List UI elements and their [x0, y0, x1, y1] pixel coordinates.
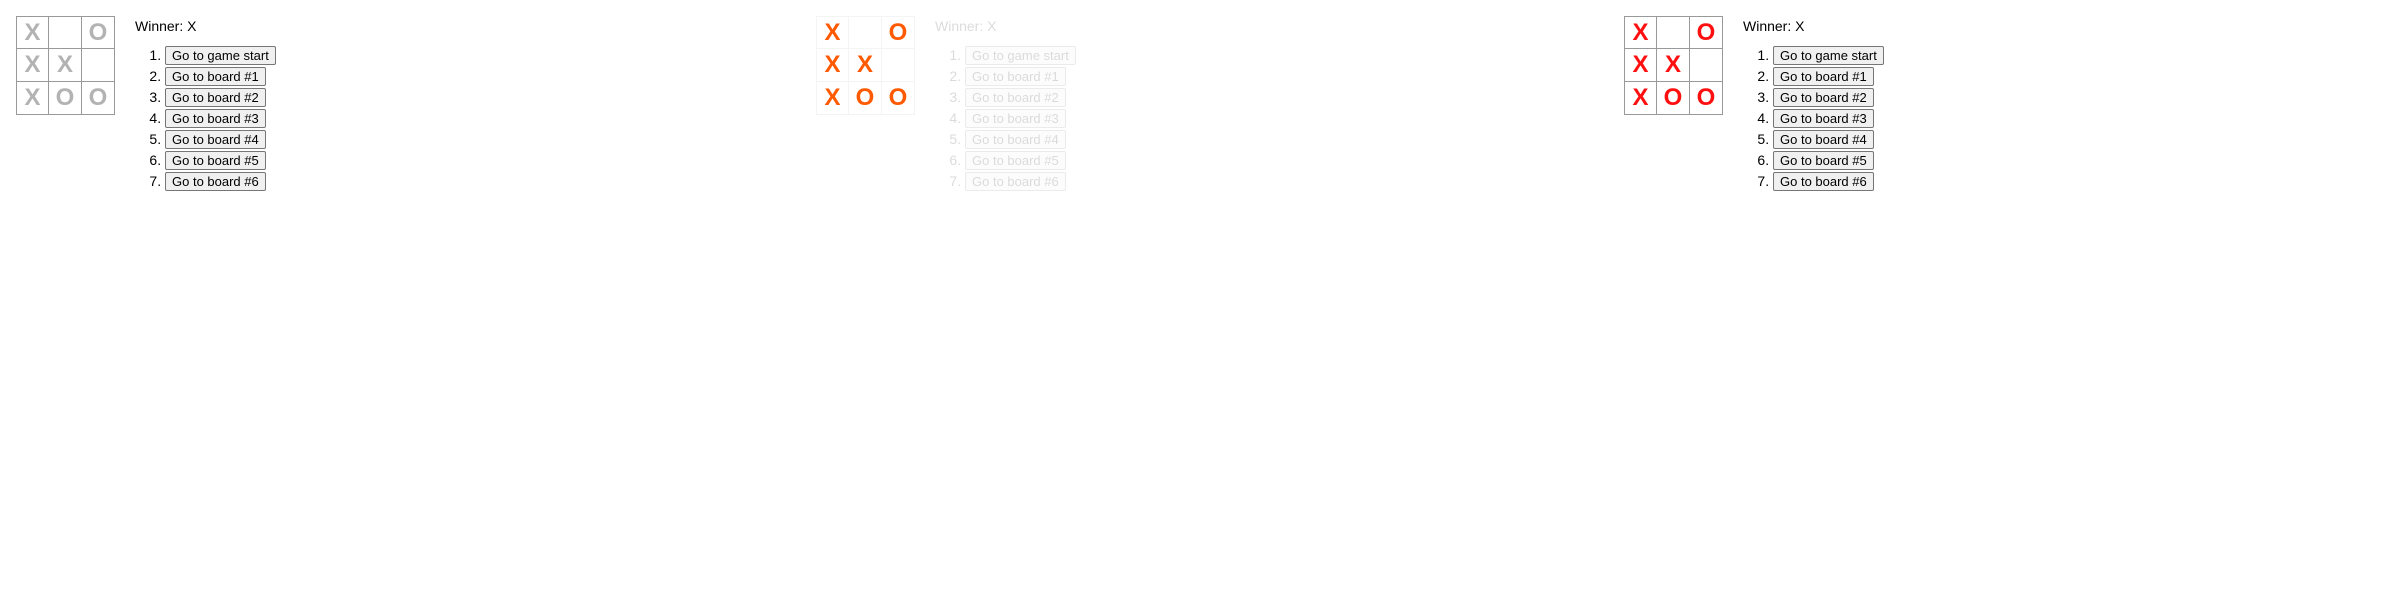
move-history-item: Go to board #1 — [1773, 66, 1884, 87]
board-square[interactable]: X — [1624, 16, 1657, 49]
jump-to-move-button[interactable]: Go to board #3 — [165, 109, 266, 128]
jump-to-move-button[interactable]: Go to game start — [165, 46, 276, 65]
board-square[interactable]: O — [49, 82, 82, 115]
game-board: X O X X X O O — [1624, 16, 1723, 115]
board-square[interactable]: X — [49, 49, 82, 82]
move-history-item: Go to board #5 — [965, 150, 1076, 171]
game-info: Winner: X Go to game start Go to board #… — [135, 16, 276, 192]
jump-to-move-button[interactable]: Go to board #6 — [965, 172, 1066, 191]
move-history-item: Go to board #4 — [165, 129, 276, 150]
board-square[interactable]: O — [882, 82, 915, 115]
move-history-item: Go to board #3 — [965, 108, 1076, 129]
board-square[interactable] — [1657, 16, 1690, 49]
board-square[interactable]: X — [16, 49, 49, 82]
jump-to-move-button[interactable]: Go to board #4 — [1773, 130, 1874, 149]
board-square[interactable]: X — [1657, 49, 1690, 82]
board-square[interactable]: O — [882, 16, 915, 49]
game-info: Winner: X Go to game start Go to board #… — [1743, 16, 1884, 192]
board-square[interactable]: X — [816, 82, 849, 115]
jump-to-move-button[interactable]: Go to board #3 — [965, 109, 1066, 128]
board-square[interactable] — [849, 16, 882, 49]
board-square[interactable] — [49, 16, 82, 49]
move-history-item: Go to board #6 — [965, 171, 1076, 192]
jump-to-move-button[interactable]: Go to board #6 — [165, 172, 266, 191]
move-history-list: Go to game start Go to board #1 Go to bo… — [135, 45, 276, 192]
move-history-item: Go to board #3 — [1773, 108, 1884, 129]
game-status: Winner: X — [135, 18, 197, 34]
jump-to-move-button[interactable]: Go to board #1 — [165, 67, 266, 86]
move-history-item: Go to board #6 — [165, 171, 276, 192]
board-square[interactable]: X — [1624, 82, 1657, 115]
jump-to-move-button[interactable]: Go to board #2 — [165, 88, 266, 107]
board-square[interactable]: X — [849, 49, 882, 82]
move-history-item: Go to board #2 — [165, 87, 276, 108]
move-history-item: Go to board #2 — [965, 87, 1076, 108]
game-status: Winner: X — [935, 18, 997, 34]
board-square[interactable]: O — [82, 16, 115, 49]
move-history-item: Go to board #4 — [965, 129, 1076, 150]
game-2: X O X X X O O Winner: X Go to game start… — [816, 16, 1076, 192]
board-square[interactable]: X — [16, 82, 49, 115]
board-square[interactable] — [1690, 49, 1723, 82]
board-square[interactable]: X — [816, 16, 849, 49]
move-history-item: Go to board #5 — [165, 150, 276, 171]
jump-to-move-button[interactable]: Go to board #2 — [1773, 88, 1874, 107]
move-history-list: Go to game start Go to board #1 Go to bo… — [1743, 45, 1884, 192]
move-history-item: Go to board #6 — [1773, 171, 1884, 192]
jump-to-move-button[interactable]: Go to board #1 — [1773, 67, 1874, 86]
jump-to-move-button[interactable]: Go to board #3 — [1773, 109, 1874, 128]
game-board: X O X X X O O — [16, 16, 115, 115]
board-square[interactable] — [82, 49, 115, 82]
move-history-item: Go to game start — [1773, 45, 1884, 66]
game-3: X O X X X O O Winner: X Go to game start… — [1624, 16, 1884, 192]
move-history-item: Go to board #4 — [1773, 129, 1884, 150]
board-square[interactable] — [882, 49, 915, 82]
game-board: X O X X X O O — [816, 16, 915, 115]
move-history-item: Go to game start — [165, 45, 276, 66]
board-square[interactable]: O — [1690, 16, 1723, 49]
move-history-item: Go to board #1 — [165, 66, 276, 87]
board-square[interactable]: X — [16, 16, 49, 49]
move-history-list: Go to game start Go to board #1 Go to bo… — [935, 45, 1076, 192]
game-1: X O X X X O O Winner: X Go to game start… — [16, 16, 276, 192]
board-square[interactable]: O — [1690, 82, 1723, 115]
game-info: Winner: X Go to game start Go to board #… — [935, 16, 1076, 192]
jump-to-move-button[interactable]: Go to board #5 — [1773, 151, 1874, 170]
move-history-item: Go to board #1 — [965, 66, 1076, 87]
jump-to-move-button[interactable]: Go to board #1 — [965, 67, 1066, 86]
jump-to-move-button[interactable]: Go to board #5 — [965, 151, 1066, 170]
jump-to-move-button[interactable]: Go to game start — [1773, 46, 1884, 65]
jump-to-move-button[interactable]: Go to game start — [965, 46, 1076, 65]
game-status: Winner: X — [1743, 18, 1805, 34]
board-square[interactable]: X — [1624, 49, 1657, 82]
move-history-item: Go to board #5 — [1773, 150, 1884, 171]
jump-to-move-button[interactable]: Go to board #4 — [965, 130, 1066, 149]
jump-to-move-button[interactable]: Go to board #6 — [1773, 172, 1874, 191]
move-history-item: Go to board #2 — [1773, 87, 1884, 108]
jump-to-move-button[interactable]: Go to board #5 — [165, 151, 266, 170]
move-history-item: Go to board #3 — [165, 108, 276, 129]
jump-to-move-button[interactable]: Go to board #2 — [965, 88, 1066, 107]
move-history-item: Go to game start — [965, 45, 1076, 66]
board-square[interactable]: O — [849, 82, 882, 115]
jump-to-move-button[interactable]: Go to board #4 — [165, 130, 266, 149]
board-square[interactable]: O — [82, 82, 115, 115]
board-square[interactable]: X — [816, 49, 849, 82]
board-square[interactable]: O — [1657, 82, 1690, 115]
